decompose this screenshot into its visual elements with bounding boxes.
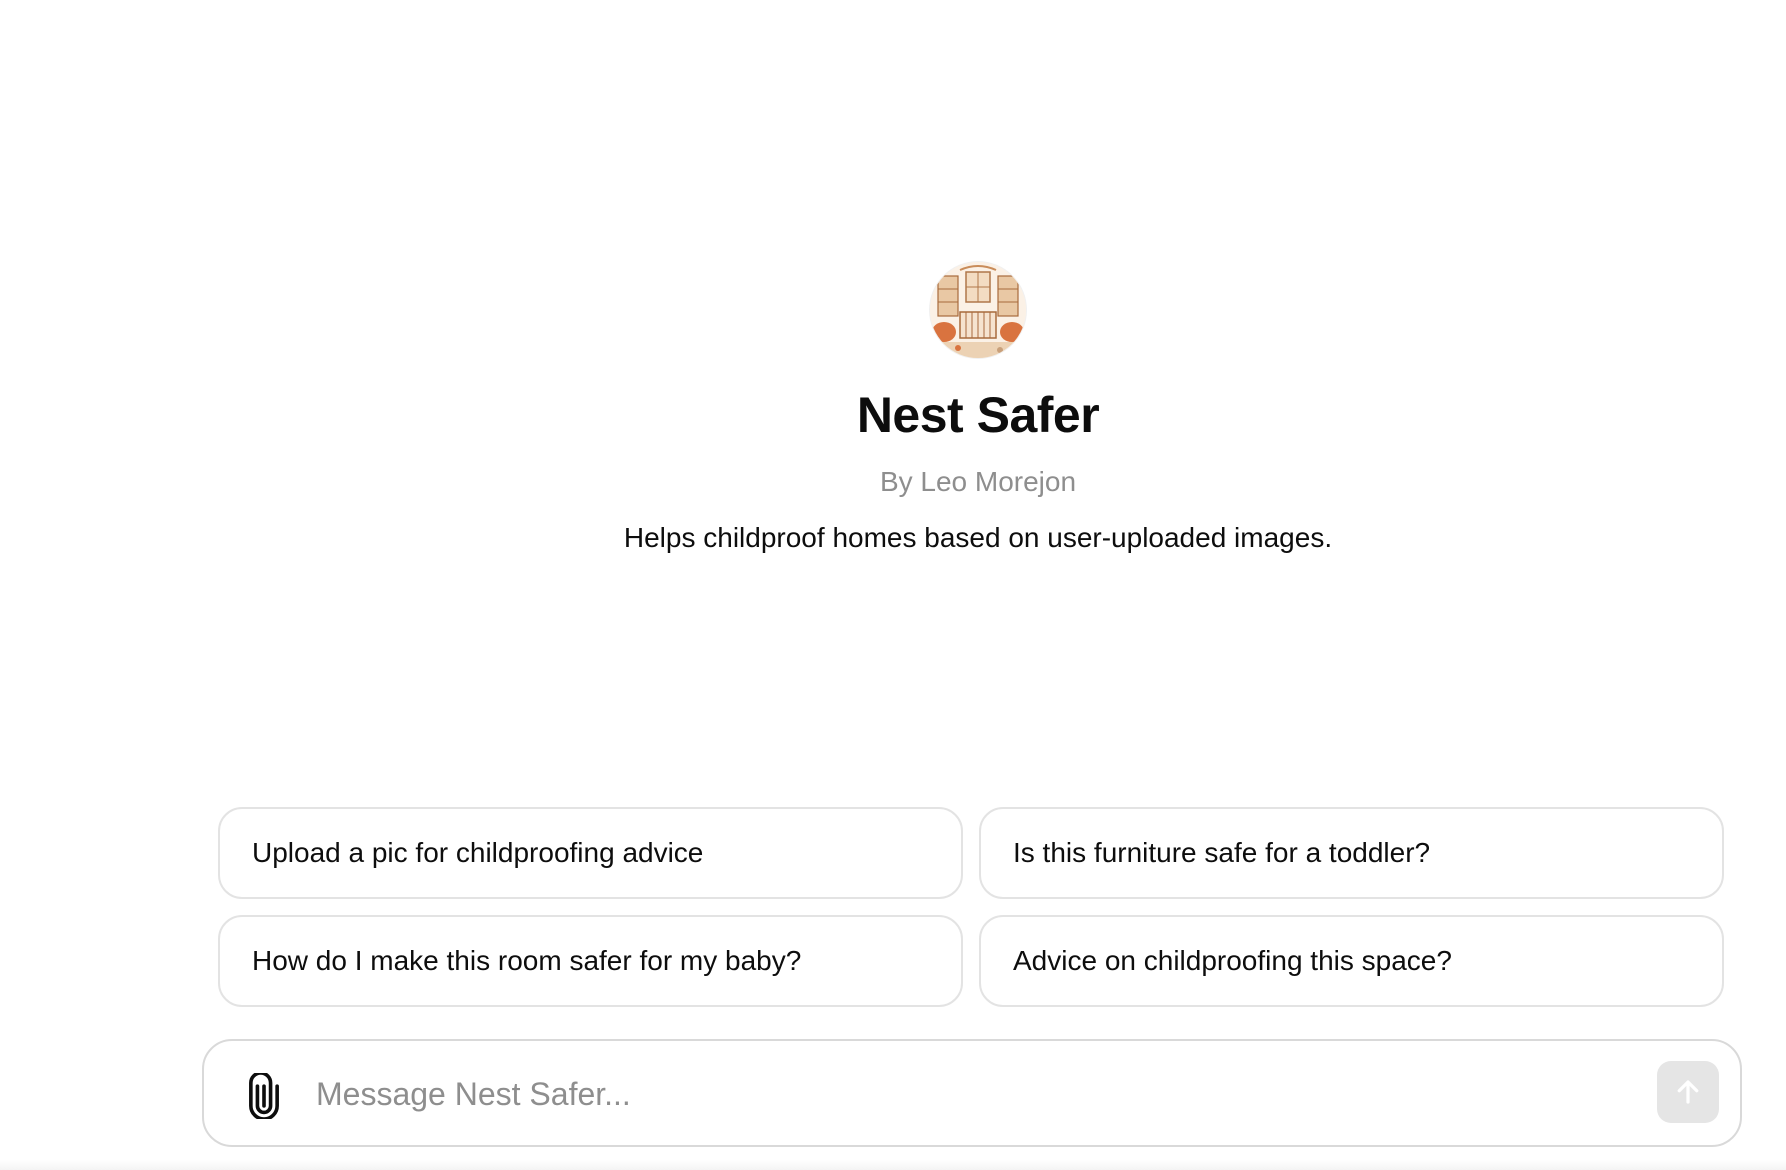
- starter-button-room-safer[interactable]: How do I make this room safer for my bab…: [218, 915, 963, 1007]
- message-input[interactable]: [314, 1063, 1618, 1125]
- gpt-start-page: Nest Safer By Leo Morejon Helps childpro…: [0, 0, 1786, 1170]
- gpt-byline: By Leo Morejon: [879, 466, 1077, 497]
- starter-label: How do I make this room safer for my bab…: [252, 945, 802, 976]
- gpt-avatar: [930, 262, 1026, 358]
- starter-button-upload-pic[interactable]: Upload a pic for childproofing advice: [218, 807, 963, 899]
- starter-button-childproofing-space[interactable]: Advice on childproofing this space?: [979, 915, 1724, 1007]
- starter-label: Upload a pic for childproofing advice: [252, 837, 704, 868]
- message-composer: [202, 1039, 1742, 1147]
- starter-button-furniture-safe[interactable]: Is this furniture safe for a toddler?: [979, 807, 1724, 899]
- send-button[interactable]: [1657, 1061, 1719, 1123]
- starter-label: Is this furniture safe for a toddler?: [1013, 837, 1431, 868]
- paperclip-icon: [249, 1071, 279, 1121]
- conversation-starters: Upload a pic for childproofing advice Is…: [218, 807, 1724, 1007]
- attach-file-button[interactable]: [244, 1071, 284, 1121]
- footer-strip: [0, 1160, 1786, 1170]
- gpt-description: Helps childproof homes based on user-upl…: [623, 522, 1333, 553]
- gpt-title: Nest Safer: [856, 387, 1100, 443]
- nursery-room-illustration-icon: [930, 262, 1026, 358]
- arrow-up-icon: [1677, 1080, 1699, 1104]
- starter-label: Advice on childproofing this space?: [1013, 945, 1452, 976]
